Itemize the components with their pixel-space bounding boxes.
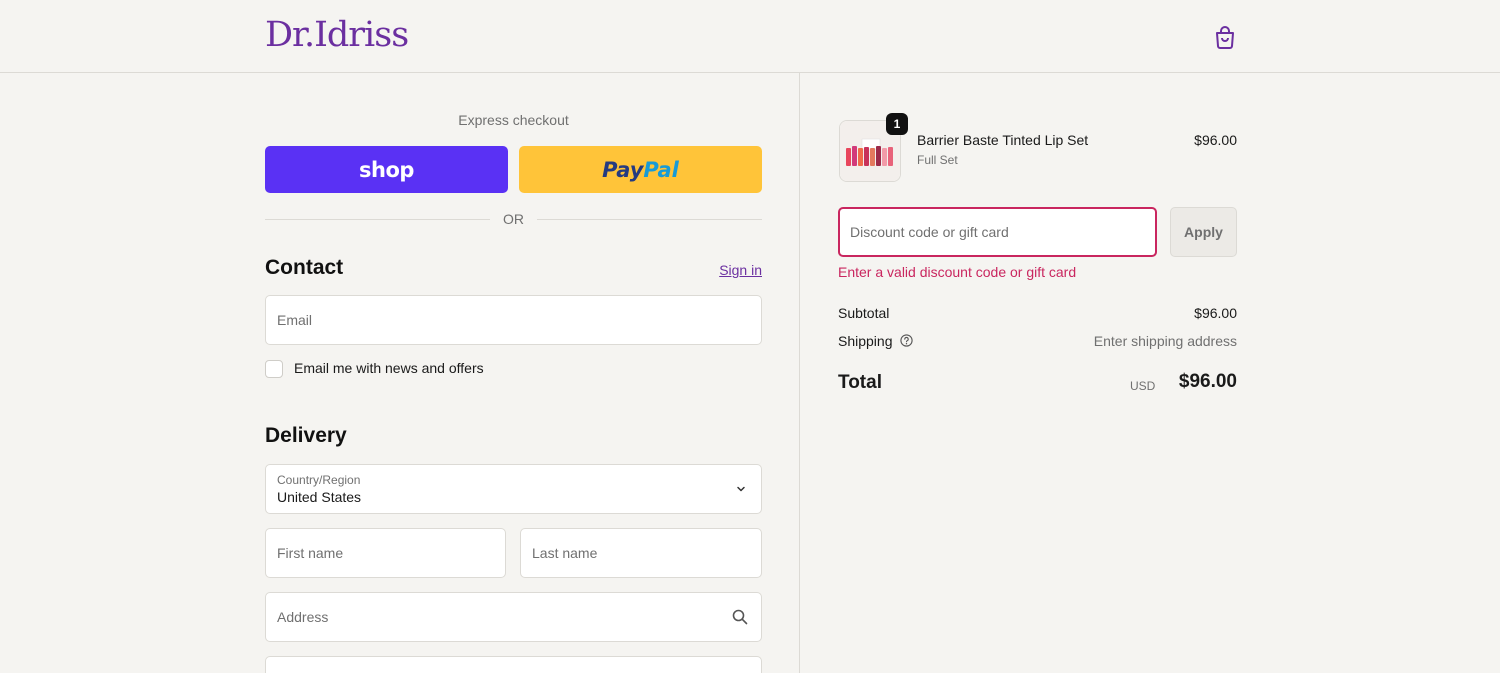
delivery-heading: Delivery: [265, 424, 347, 447]
shipping-value: Enter shipping address: [1093, 333, 1237, 349]
shipping-label: Shipping: [838, 333, 893, 349]
discount-placeholder: Discount code or gift card: [850, 224, 1009, 240]
address-field[interactable]: Address: [265, 592, 762, 642]
search-icon: [732, 609, 748, 625]
last-name-placeholder: Last name: [532, 545, 598, 561]
quantity-badge: 1: [886, 113, 908, 135]
express-checkout-title: Express checkout: [458, 112, 569, 128]
or-divider-text: OR: [503, 211, 524, 227]
total-value: $96.00: [1178, 371, 1237, 392]
chevron-down-icon: [737, 486, 745, 492]
paypal-button[interactable]: Pay Pal: [519, 146, 762, 193]
country-label: Country/Region: [277, 473, 361, 487]
paypal-label-pay: Pay: [602, 157, 644, 182]
shopping-bag-icon[interactable]: [1212, 24, 1238, 50]
shop-pay-button[interactable]: shop: [265, 146, 508, 193]
product-price: $96.00: [1194, 132, 1237, 148]
last-name-field[interactable]: Last name: [520, 528, 762, 578]
product-name: Barrier Baste Tinted Lip Set: [917, 132, 1089, 148]
help-circle-icon[interactable]: [900, 334, 913, 347]
email-placeholder: Email: [277, 312, 313, 328]
newsletter-label[interactable]: Email me with news and offers: [294, 360, 484, 376]
country-value: United States: [277, 489, 362, 505]
newsletter-checkbox[interactable]: [265, 360, 283, 378]
or-divider-right: [537, 219, 762, 220]
column-divider: [799, 73, 800, 673]
subtotal-label: Subtotal: [838, 305, 890, 321]
paypal-label-pal: Pal: [643, 157, 679, 182]
subtotal-value: $96.00: [1194, 305, 1237, 321]
apply-discount-button[interactable]: Apply: [1170, 207, 1237, 257]
product-variant: Full Set: [917, 153, 958, 167]
first-name-placeholder: First name: [277, 545, 344, 561]
address-placeholder: Address: [277, 609, 329, 625]
total-currency: USD: [1130, 379, 1156, 393]
site-header: Dr.Idriss: [0, 0, 1500, 73]
sign-in-link[interactable]: Sign in: [700, 262, 762, 278]
first-name-field[interactable]: First name: [265, 528, 506, 578]
shop-pay-label: shop: [359, 157, 414, 182]
discount-input[interactable]: Discount code or gift card: [838, 207, 1157, 257]
discount-error-message: Enter a valid discount code or gift card: [838, 264, 1077, 280]
contact-heading: Contact: [265, 256, 344, 279]
apartment-field[interactable]: [265, 656, 762, 673]
country-select[interactable]: Country/Region United States: [265, 464, 762, 514]
or-divider-left: [265, 219, 490, 220]
email-field[interactable]: Email: [265, 295, 762, 345]
total-label: Total: [838, 372, 882, 393]
brand-logo[interactable]: Dr.Idriss: [265, 14, 409, 56]
